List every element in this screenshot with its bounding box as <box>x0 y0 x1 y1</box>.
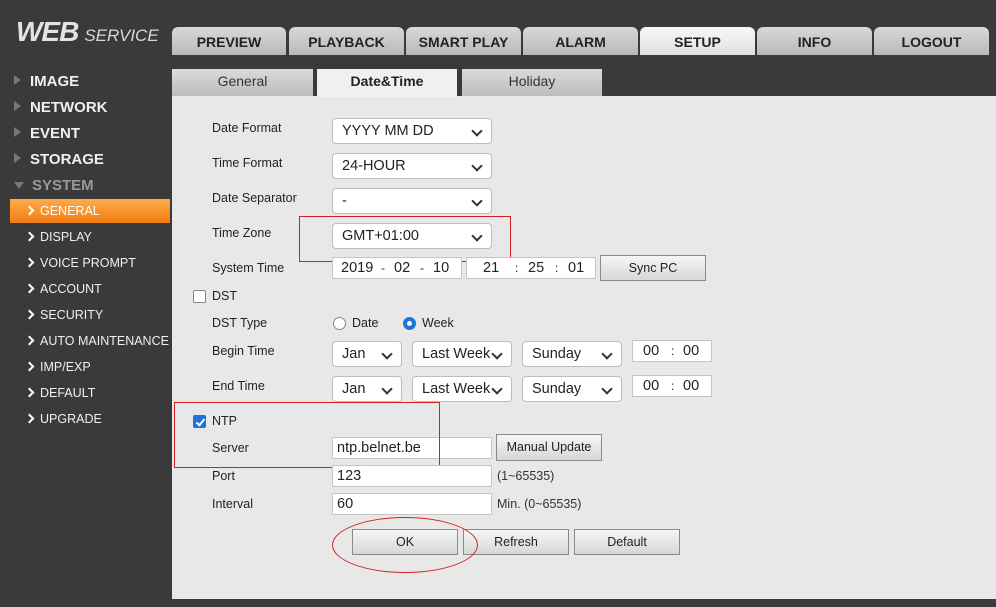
chevron-down-icon <box>471 195 483 207</box>
expand-triangle-icon <box>14 127 21 138</box>
begin-time-field[interactable]: 00 : 00 <box>632 340 712 362</box>
interval-range-hint: Min. (0~65535) <box>497 497 582 511</box>
time-format-select[interactable]: 24-HOUR <box>332 153 492 179</box>
chevron-right-icon <box>24 361 35 372</box>
chevron-right-icon <box>24 205 35 216</box>
nav-setup[interactable]: SETUP <box>640 27 755 55</box>
expand-triangle-icon <box>14 153 21 164</box>
sidebar-item-security[interactable]: SECURITY <box>10 303 170 327</box>
refresh-button[interactable]: Refresh <box>463 529 569 555</box>
sidebar-item-display[interactable]: DISPLAY <box>10 225 170 249</box>
nav-info[interactable]: INFO <box>757 27 872 55</box>
system-date-field[interactable]: 2019 - 02 - 10 <box>332 257 462 279</box>
chevron-down-icon <box>471 160 483 172</box>
ntp-annotation-box <box>174 402 440 468</box>
default-button[interactable]: Default <box>574 529 680 555</box>
sidebar-item-voice-prompt[interactable]: VOICE PROMPT <box>10 251 170 275</box>
collapse-triangle-icon <box>14 181 24 189</box>
panel-bottom-border <box>172 599 996 607</box>
date-separator-select[interactable]: - <box>332 188 492 214</box>
sidebar-item-auto-maintenance[interactable]: AUTO MAINTENANCE <box>10 329 170 353</box>
chevron-right-icon <box>24 387 35 398</box>
end-time-label: End Time <box>212 379 265 393</box>
port-label: Port <box>212 469 235 483</box>
system-time-field[interactable]: 21 : 25 : 01 <box>466 257 596 279</box>
ok-annotation-ellipse <box>332 517 478 573</box>
expand-triangle-icon <box>14 75 21 86</box>
chevron-down-icon <box>601 383 613 395</box>
time-format-label: Time Format <box>212 156 283 170</box>
time-zone-annotation-box <box>299 216 511 262</box>
nav-logout[interactable]: LOGOUT <box>874 27 989 55</box>
date-format-select[interactable]: YYYY MM DD <box>332 118 492 144</box>
chevron-right-icon <box>24 283 35 294</box>
chevron-down-icon <box>491 383 503 395</box>
port-input[interactable]: 123 <box>332 465 492 487</box>
port-range-hint: (1~65535) <box>497 469 555 483</box>
chevron-right-icon <box>24 257 35 268</box>
dst-type-week-radio[interactable] <box>403 317 416 330</box>
sidebar-section-system[interactable]: SYSTEM <box>14 176 94 196</box>
sync-pc-button[interactable]: Sync PC <box>600 255 706 281</box>
chevron-down-icon <box>471 125 483 137</box>
dst-type-date-label: Date <box>352 316 379 330</box>
expand-triangle-icon <box>14 101 21 112</box>
sidebar-item-default[interactable]: DEFAULT <box>10 381 170 405</box>
dst-label: DST <box>212 289 237 303</box>
chevron-right-icon <box>24 335 35 346</box>
dst-type-week-label: Week <box>422 316 454 330</box>
time-zone-label: Time Zone <box>212 226 272 240</box>
begin-week-select[interactable]: Last Week <box>412 341 512 367</box>
interval-input[interactable]: 60 <box>332 493 492 515</box>
sidebar-section-event[interactable]: EVENT <box>14 124 80 144</box>
nav-smart-play[interactable]: SMART PLAY <box>406 27 521 55</box>
end-time-field[interactable]: 00 : 00 <box>632 375 712 397</box>
end-day-select[interactable]: Sunday <box>522 376 622 402</box>
sidebar-item-imp-exp[interactable]: IMP/EXP <box>10 355 170 379</box>
sidebar-section-storage[interactable]: STORAGE <box>14 150 104 170</box>
chevron-right-icon <box>24 413 35 424</box>
date-format-label: Date Format <box>212 121 282 135</box>
chevron-right-icon <box>24 309 35 320</box>
chevron-down-icon <box>381 348 393 360</box>
begin-time-label: Begin Time <box>212 344 275 358</box>
dst-type-date-radio[interactable] <box>333 317 346 330</box>
chevron-down-icon <box>601 348 613 360</box>
end-week-select[interactable]: Last Week <box>412 376 512 402</box>
manual-update-button[interactable]: Manual Update <box>496 434 602 461</box>
chevron-right-icon <box>24 231 35 242</box>
nav-preview[interactable]: PREVIEW <box>172 27 286 55</box>
sidebar-item-general[interactable]: GENERAL <box>10 199 170 223</box>
tab-date-time[interactable]: Date&Time <box>317 69 457 97</box>
logo-web: WEB <box>16 16 79 47</box>
chevron-down-icon <box>381 383 393 395</box>
chevron-down-icon <box>491 348 503 360</box>
interval-label: Interval <box>212 497 253 511</box>
sidebar-item-account[interactable]: ACCOUNT <box>10 277 170 301</box>
dst-type-label: DST Type <box>212 316 268 330</box>
sidebar-item-upgrade[interactable]: UPGRADE <box>10 407 170 431</box>
begin-day-select[interactable]: Sunday <box>522 341 622 367</box>
begin-month-select[interactable]: Jan <box>332 341 402 367</box>
end-month-select[interactable]: Jan <box>332 376 402 402</box>
sidebar-section-image[interactable]: IMAGE <box>14 72 79 92</box>
date-separator-label: Date Separator <box>212 191 297 205</box>
tab-holiday[interactable]: Holiday <box>462 69 602 96</box>
logo: WEB SERVICE <box>16 16 159 48</box>
nav-playback[interactable]: PLAYBACK <box>289 27 404 55</box>
dst-checkbox[interactable] <box>193 290 206 303</box>
sidebar-section-network[interactable]: NETWORK <box>14 98 108 118</box>
system-time-label: System Time <box>212 261 285 275</box>
logo-service: SERVICE <box>84 26 159 45</box>
nav-alarm[interactable]: ALARM <box>523 27 638 55</box>
tab-general[interactable]: General <box>172 69 313 96</box>
